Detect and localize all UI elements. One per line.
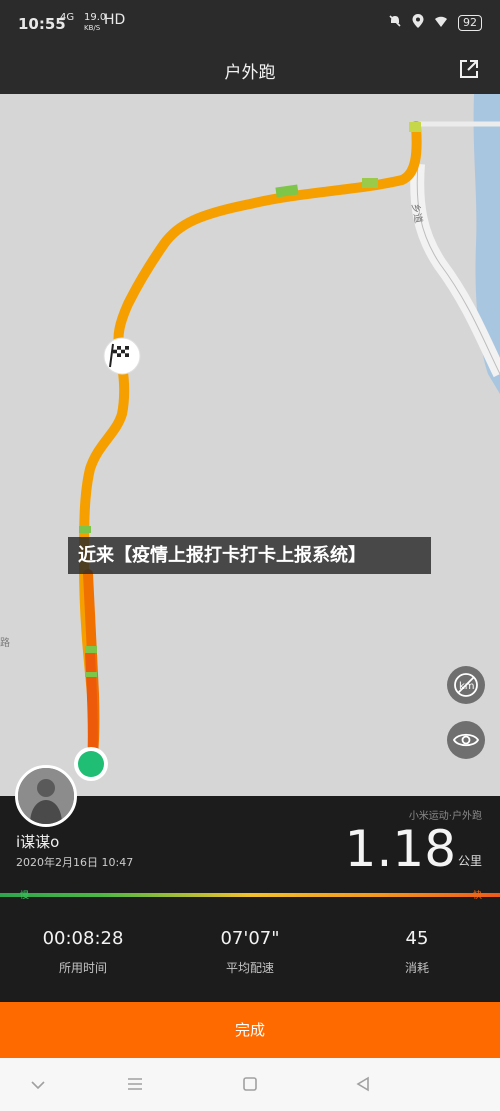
stat-duration: 00:08:28 所用时间 [23, 928, 143, 976]
chevron-down-icon [31, 1081, 45, 1090]
hd-indicator: HD [104, 12, 126, 28]
article-banner: 近来【疫情上报打卡打卡上报系统】 [68, 537, 431, 574]
nav-menu-button[interactable] [127, 1076, 143, 1095]
km-off-icon: km [454, 673, 478, 697]
km-marker-toggle[interactable]: km [447, 666, 485, 704]
title-bar: 户外跑 [0, 48, 500, 94]
stat-value: 45 [405, 928, 429, 949]
stat-value: 07'07" [220, 928, 280, 949]
map-canvas: 乡道 路 [0, 94, 500, 781]
status-time: 10:55 [18, 15, 66, 33]
wifi-icon [434, 14, 448, 32]
nav-home-button[interactable] [242, 1076, 258, 1096]
nav-back-button[interactable] [355, 1076, 371, 1096]
battery-indicator: 92 [458, 15, 482, 31]
system-nav-bar [0, 1058, 500, 1111]
summary-panel: i谋谋o 2020年2月16日 10:47 小米运动·户外跑 1.18 公里 慢… [0, 796, 500, 1002]
page-title: 户外跑 [224, 63, 276, 83]
map-edge-label: 路 [0, 636, 10, 649]
route-green-segment [85, 672, 97, 677]
pace-gradient-bar [0, 893, 500, 897]
status-right: 92 [388, 14, 482, 32]
route-green-segment [362, 178, 378, 188]
stat-label: 所用时间 [58, 961, 107, 975]
share-icon [460, 60, 478, 78]
stat-value: 00:08:28 [42, 928, 124, 949]
user-name: i谋谋o [16, 833, 60, 851]
pace-fast-label: 快 [472, 891, 482, 901]
status-bar: 10:55 4G 19.0 KB/S HD 92 [0, 0, 500, 48]
route-green-segment [79, 526, 91, 533]
menu-icon [128, 1078, 142, 1090]
route-line [79, 121, 422, 769]
nav-collapse-button[interactable] [30, 1076, 46, 1095]
network-speed: 19.0 [84, 12, 107, 23]
eye-icon [453, 733, 479, 747]
visibility-toggle[interactable] [447, 721, 485, 759]
share-button[interactable] [458, 58, 480, 80]
avatar-image [18, 768, 74, 824]
network-type: 4G [60, 12, 75, 23]
mute-icon [388, 14, 402, 32]
location-icon [412, 14, 424, 32]
pace-slow-label: 慢 [20, 891, 30, 901]
back-triangle-icon [356, 1076, 369, 1092]
network-speed-unit: KB/S [84, 24, 101, 32]
stat-label: 消耗 [404, 961, 429, 975]
stat-calories: 45 消耗 [357, 928, 477, 976]
distance-unit: 公里 [457, 854, 482, 868]
route-green-segment [85, 646, 97, 653]
route-map[interactable]: 乡道 路 km [0, 94, 500, 796]
route-green-segment [409, 122, 421, 132]
stat-label: 平均配速 [225, 961, 274, 975]
route-finish-icon [103, 337, 141, 375]
distance-value: 1.18 [344, 820, 456, 878]
route-start-dot [78, 751, 104, 777]
stat-pace: 07'07" 平均配速 [190, 928, 310, 976]
avatar[interactable] [15, 765, 77, 827]
run-date: 2020年2月16日 10:47 [16, 856, 134, 869]
finish-button[interactable]: 完成 [0, 1002, 500, 1058]
home-square-icon [243, 1077, 257, 1091]
